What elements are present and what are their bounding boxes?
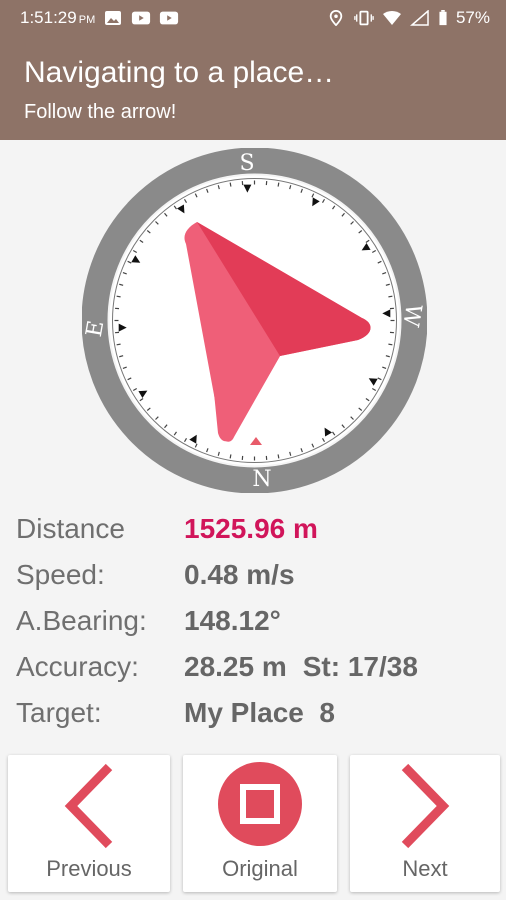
speed-label: Speed: — [16, 559, 105, 590]
next-button-label: Next — [402, 856, 448, 881]
youtube-icon — [160, 11, 179, 25]
app-title: Navigating to a place… — [24, 56, 335, 89]
compass-tick — [116, 343, 121, 346]
compass-tick — [116, 295, 121, 298]
compass-tick — [229, 454, 232, 459]
accuracy-row: Accuracy: 28.25 m St: 17/38 — [16, 644, 496, 690]
status-left: 1:51:29 PM — [20, 8, 179, 28]
original-button-label: Original — [222, 856, 298, 881]
info-panel: Distance 1525.96 m Speed: 0.48 m/s A.Bea… — [16, 506, 496, 736]
distance-value: 1525.96 m — [184, 513, 318, 544]
status-ampm: PM — [78, 14, 96, 26]
satellites-value: St: 17/38 — [302, 651, 418, 682]
status-time: 1:51:29 PM — [20, 8, 96, 27]
previous-button-label: Previous — [46, 856, 132, 881]
wifi-icon — [382, 11, 401, 25]
signal-icon — [409, 10, 429, 26]
compass: S N E W — [82, 148, 427, 493]
cardinal-west: W — [397, 302, 426, 329]
speed-row: Speed: 0.48 m/s — [16, 552, 496, 598]
bearing-row: A.Bearing: 148.12° — [16, 598, 496, 644]
cardinal-north: N — [252, 467, 271, 492]
previous-button[interactable]: Previous — [8, 755, 170, 892]
distance-label: Distance — [16, 513, 125, 544]
compass-tick — [388, 295, 393, 298]
youtube-icon — [132, 11, 151, 25]
bearing-label: A.Bearing: — [16, 605, 147, 636]
image-icon — [105, 11, 122, 25]
original-button[interactable]: Original — [183, 755, 337, 892]
status-right: 57% — [326, 8, 490, 28]
location-icon — [329, 10, 343, 26]
target-value: My Place 8 — [184, 697, 335, 728]
compass-tick — [277, 182, 280, 187]
battery-icon — [439, 10, 447, 26]
accuracy-value: 28.25 m St: 17/38 — [184, 651, 418, 683]
chevron-right-icon — [401, 763, 450, 849]
speed-value: 0.48 m/s — [184, 559, 295, 590]
accuracy-label: Accuracy: — [16, 651, 139, 682]
target-row: Target: My Place 8 — [16, 690, 496, 736]
app-bar: Navigating to a place… Follow the arrow! — [0, 36, 506, 140]
compass-tick — [388, 343, 393, 346]
cardinal-south: S — [239, 151, 254, 176]
stop-icon — [218, 762, 302, 846]
app-subtitle: Follow the arrow! — [24, 101, 177, 123]
compass-tick — [277, 454, 280, 459]
vibrate-icon — [354, 10, 374, 26]
accuracy-meters: 28.25 m — [184, 651, 287, 682]
status-bar: 1:51:29 PM 57% — [0, 0, 506, 36]
chevron-left-icon — [64, 763, 113, 849]
bearing-value: 148.12° — [184, 605, 281, 636]
battery-percent: 57% — [455, 8, 490, 27]
target-label: Target: — [16, 697, 102, 728]
distance-row: Distance 1525.96 m — [16, 506, 496, 552]
compass-tick — [229, 182, 232, 187]
next-button[interactable]: Next — [350, 755, 500, 892]
